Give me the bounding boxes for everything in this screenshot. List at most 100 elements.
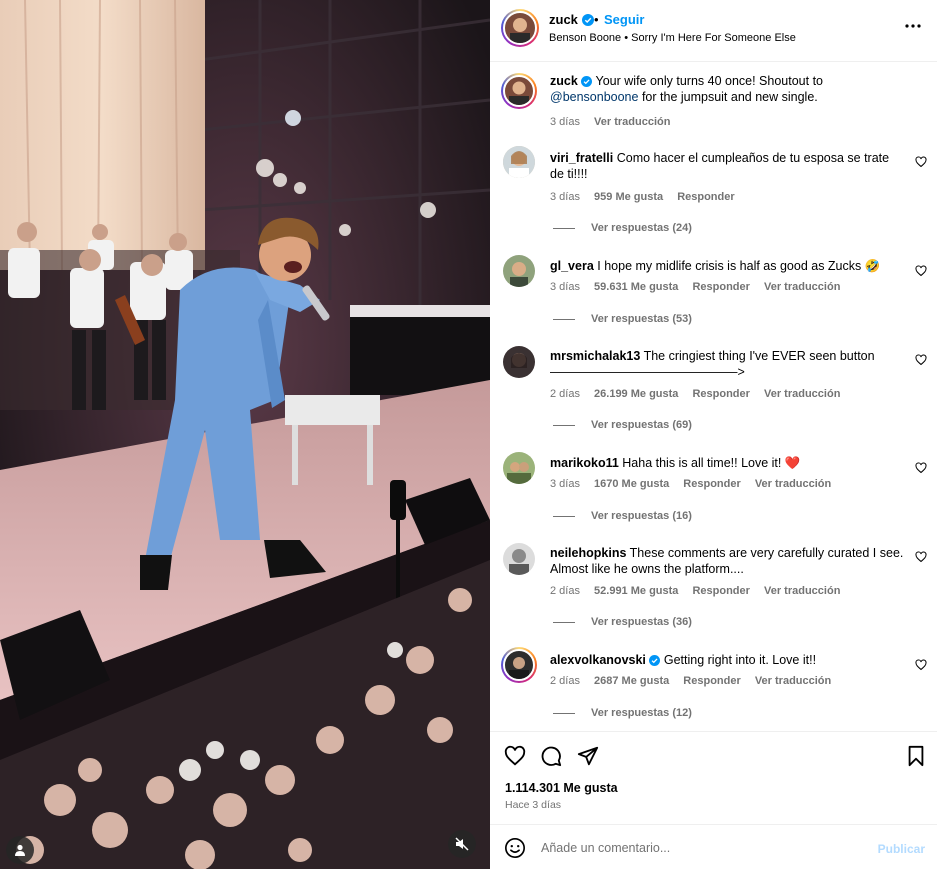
comment-likes[interactable]: 52.991 Me gusta	[594, 585, 678, 597]
reply-button[interactable]: Responder	[677, 191, 734, 203]
view-replies-label[interactable]: Ver respuestas (69)	[591, 419, 692, 431]
comment-time[interactable]: 3 días	[550, 281, 580, 293]
comment-text: alexvolkanovski Getting right into it. L…	[550, 652, 905, 668]
comment-like-icon[interactable]	[915, 354, 927, 366]
replies-line	[553, 227, 575, 229]
emoji-icon[interactable]	[504, 837, 526, 859]
caption-meta: 3 días Ver traducción	[550, 116, 681, 128]
caption-translate-link[interactable]: Ver traducción	[594, 116, 670, 128]
comment-avatar[interactable]	[503, 146, 535, 178]
caption-prefix: Your wife only turns 40 once! Shoutout t…	[595, 74, 823, 88]
reply-button[interactable]: Responder	[683, 675, 740, 687]
comment-input[interactable]	[541, 836, 861, 860]
comment-text: neilehopkins These comments are very car…	[550, 545, 905, 577]
comment-username[interactable]: viri_fratelli	[550, 151, 613, 165]
comment-like-icon[interactable]	[915, 265, 927, 277]
caption-mention-link[interactable]: @bensonboone	[550, 90, 638, 104]
comment-avatar[interactable]	[501, 647, 537, 683]
comment-username[interactable]: mrsmichalak13	[550, 349, 640, 363]
comment-like-icon[interactable]	[915, 659, 927, 671]
comment-body: Haha this is all time!! Love it! ❤️	[622, 456, 801, 470]
view-replies-label[interactable]: Ver respuestas (53)	[591, 313, 692, 325]
post-video[interactable]	[0, 0, 490, 869]
audio-track-link[interactable]: Benson Boone • Sorry I'm Here For Someon…	[549, 32, 796, 44]
comment-time[interactable]: 2 días	[550, 585, 580, 597]
reply-button[interactable]: Responder	[692, 388, 749, 400]
caption-time[interactable]: 3 días	[550, 116, 580, 128]
concert-scene-image	[0, 0, 490, 869]
comment-time[interactable]: 3 días	[550, 191, 580, 203]
caption-avatar[interactable]	[501, 73, 537, 109]
follow-button[interactable]: Seguir	[604, 12, 644, 27]
author-username-text[interactable]: zuck	[549, 12, 578, 27]
verified-badge-icon	[581, 76, 593, 87]
comment-username[interactable]: gl_vera	[550, 259, 594, 273]
comment-username[interactable]: neilehopkins	[550, 546, 626, 560]
comment-avatar[interactable]	[503, 452, 535, 484]
author-avatar[interactable]	[501, 9, 539, 47]
comment-username[interactable]: alexvolkanovski	[550, 653, 646, 667]
verified-badge-icon	[649, 655, 661, 666]
comment-avatar[interactable]	[503, 255, 535, 287]
comment-avatar[interactable]	[503, 543, 535, 575]
user-tag-icon	[15, 844, 25, 856]
view-replies-button[interactable]: Ver respuestas (69)	[553, 419, 692, 431]
view-replies-button[interactable]: Ver respuestas (16)	[553, 510, 692, 522]
likes-count[interactable]: 1.114.301 Me gusta	[505, 781, 618, 795]
comment-likes[interactable]: 1670 Me gusta	[594, 478, 669, 490]
view-replies-button[interactable]: Ver respuestas (53)	[553, 313, 692, 325]
paper-plane-icon[interactable]	[577, 745, 599, 767]
caption-suffix: for the jumpsuit and new single.	[641, 90, 818, 104]
comment-text: marikoko11 Haha this is all time!! Love …	[550, 455, 905, 471]
comment-time[interactable]: 2 días	[550, 675, 580, 687]
comment-icon[interactable]	[540, 745, 562, 767]
comment-meta: 3 días 1670 Me gusta Responder Ver tradu…	[550, 478, 842, 490]
translate-link[interactable]: Ver traducción	[755, 675, 831, 687]
comment-body: I hope my midlife crisis is half as good…	[597, 259, 881, 273]
translate-link[interactable]: Ver traducción	[755, 478, 831, 490]
view-replies-button[interactable]: Ver respuestas (24)	[553, 222, 692, 234]
comment-username[interactable]: marikoko11	[550, 456, 619, 470]
mute-button[interactable]	[448, 830, 476, 858]
more-options-icon[interactable]	[903, 16, 923, 36]
comment-body: Getting right into it. Love it!!	[663, 653, 817, 667]
comment-like-icon[interactable]	[915, 462, 927, 474]
reply-button[interactable]: Responder	[692, 585, 749, 597]
comment-like-icon[interactable]	[915, 156, 927, 168]
comments-list[interactable]: zuck Your wife only turns 40 once! Shout…	[490, 62, 937, 730]
view-replies-button[interactable]: Ver respuestas (12)	[553, 707, 692, 719]
reply-button[interactable]: Responder	[683, 478, 740, 490]
comment-text: mrsmichalak13 The cringiest thing I've E…	[550, 348, 905, 380]
post-side-panel: zuck • Seguir Benson Boone • Sorry I'm H…	[490, 0, 937, 869]
caption-username[interactable]: zuck	[550, 74, 578, 88]
comment-likes[interactable]: 2687 Me gusta	[594, 675, 669, 687]
comment-meta: 2 días 2687 Me gusta Responder Ver tradu…	[550, 675, 842, 687]
view-replies-label[interactable]: Ver respuestas (36)	[591, 616, 692, 628]
bookmark-icon[interactable]	[905, 745, 927, 767]
comment-likes[interactable]: 959 Me gusta	[594, 191, 663, 203]
translate-link[interactable]: Ver traducción	[764, 281, 840, 293]
publish-button[interactable]: Publicar	[878, 842, 925, 856]
comment-meta: 2 días 52.991 Me gusta Responder Ver tra…	[550, 585, 851, 597]
view-replies-button[interactable]: Ver respuestas (36)	[553, 616, 692, 628]
view-replies-label[interactable]: Ver respuestas (12)	[591, 707, 692, 719]
post-time-ago: Hace 3 días	[505, 799, 562, 811]
user-tag-button[interactable]	[6, 836, 34, 864]
heart-icon[interactable]	[504, 745, 526, 767]
reply-button[interactable]: Responder	[692, 281, 749, 293]
separator-dot: •	[594, 12, 599, 27]
comment-avatar[interactable]	[503, 346, 535, 378]
comment-time[interactable]: 2 días	[550, 388, 580, 400]
comment-meta: 3 días 959 Me gusta Responder	[550, 191, 746, 203]
translate-link[interactable]: Ver traducción	[764, 585, 840, 597]
author-username[interactable]: zuck	[549, 12, 594, 27]
replies-line	[553, 424, 575, 426]
comment-time[interactable]: 3 días	[550, 478, 580, 490]
comment-like-icon[interactable]	[915, 551, 927, 563]
comment-likes[interactable]: 59.631 Me gusta	[594, 281, 678, 293]
view-replies-label[interactable]: Ver respuestas (16)	[591, 510, 692, 522]
comment-text: gl_vera I hope my midlife crisis is half…	[550, 258, 905, 274]
comment-likes[interactable]: 26.199 Me gusta	[594, 388, 678, 400]
view-replies-label[interactable]: Ver respuestas (24)	[591, 222, 692, 234]
translate-link[interactable]: Ver traducción	[764, 388, 840, 400]
